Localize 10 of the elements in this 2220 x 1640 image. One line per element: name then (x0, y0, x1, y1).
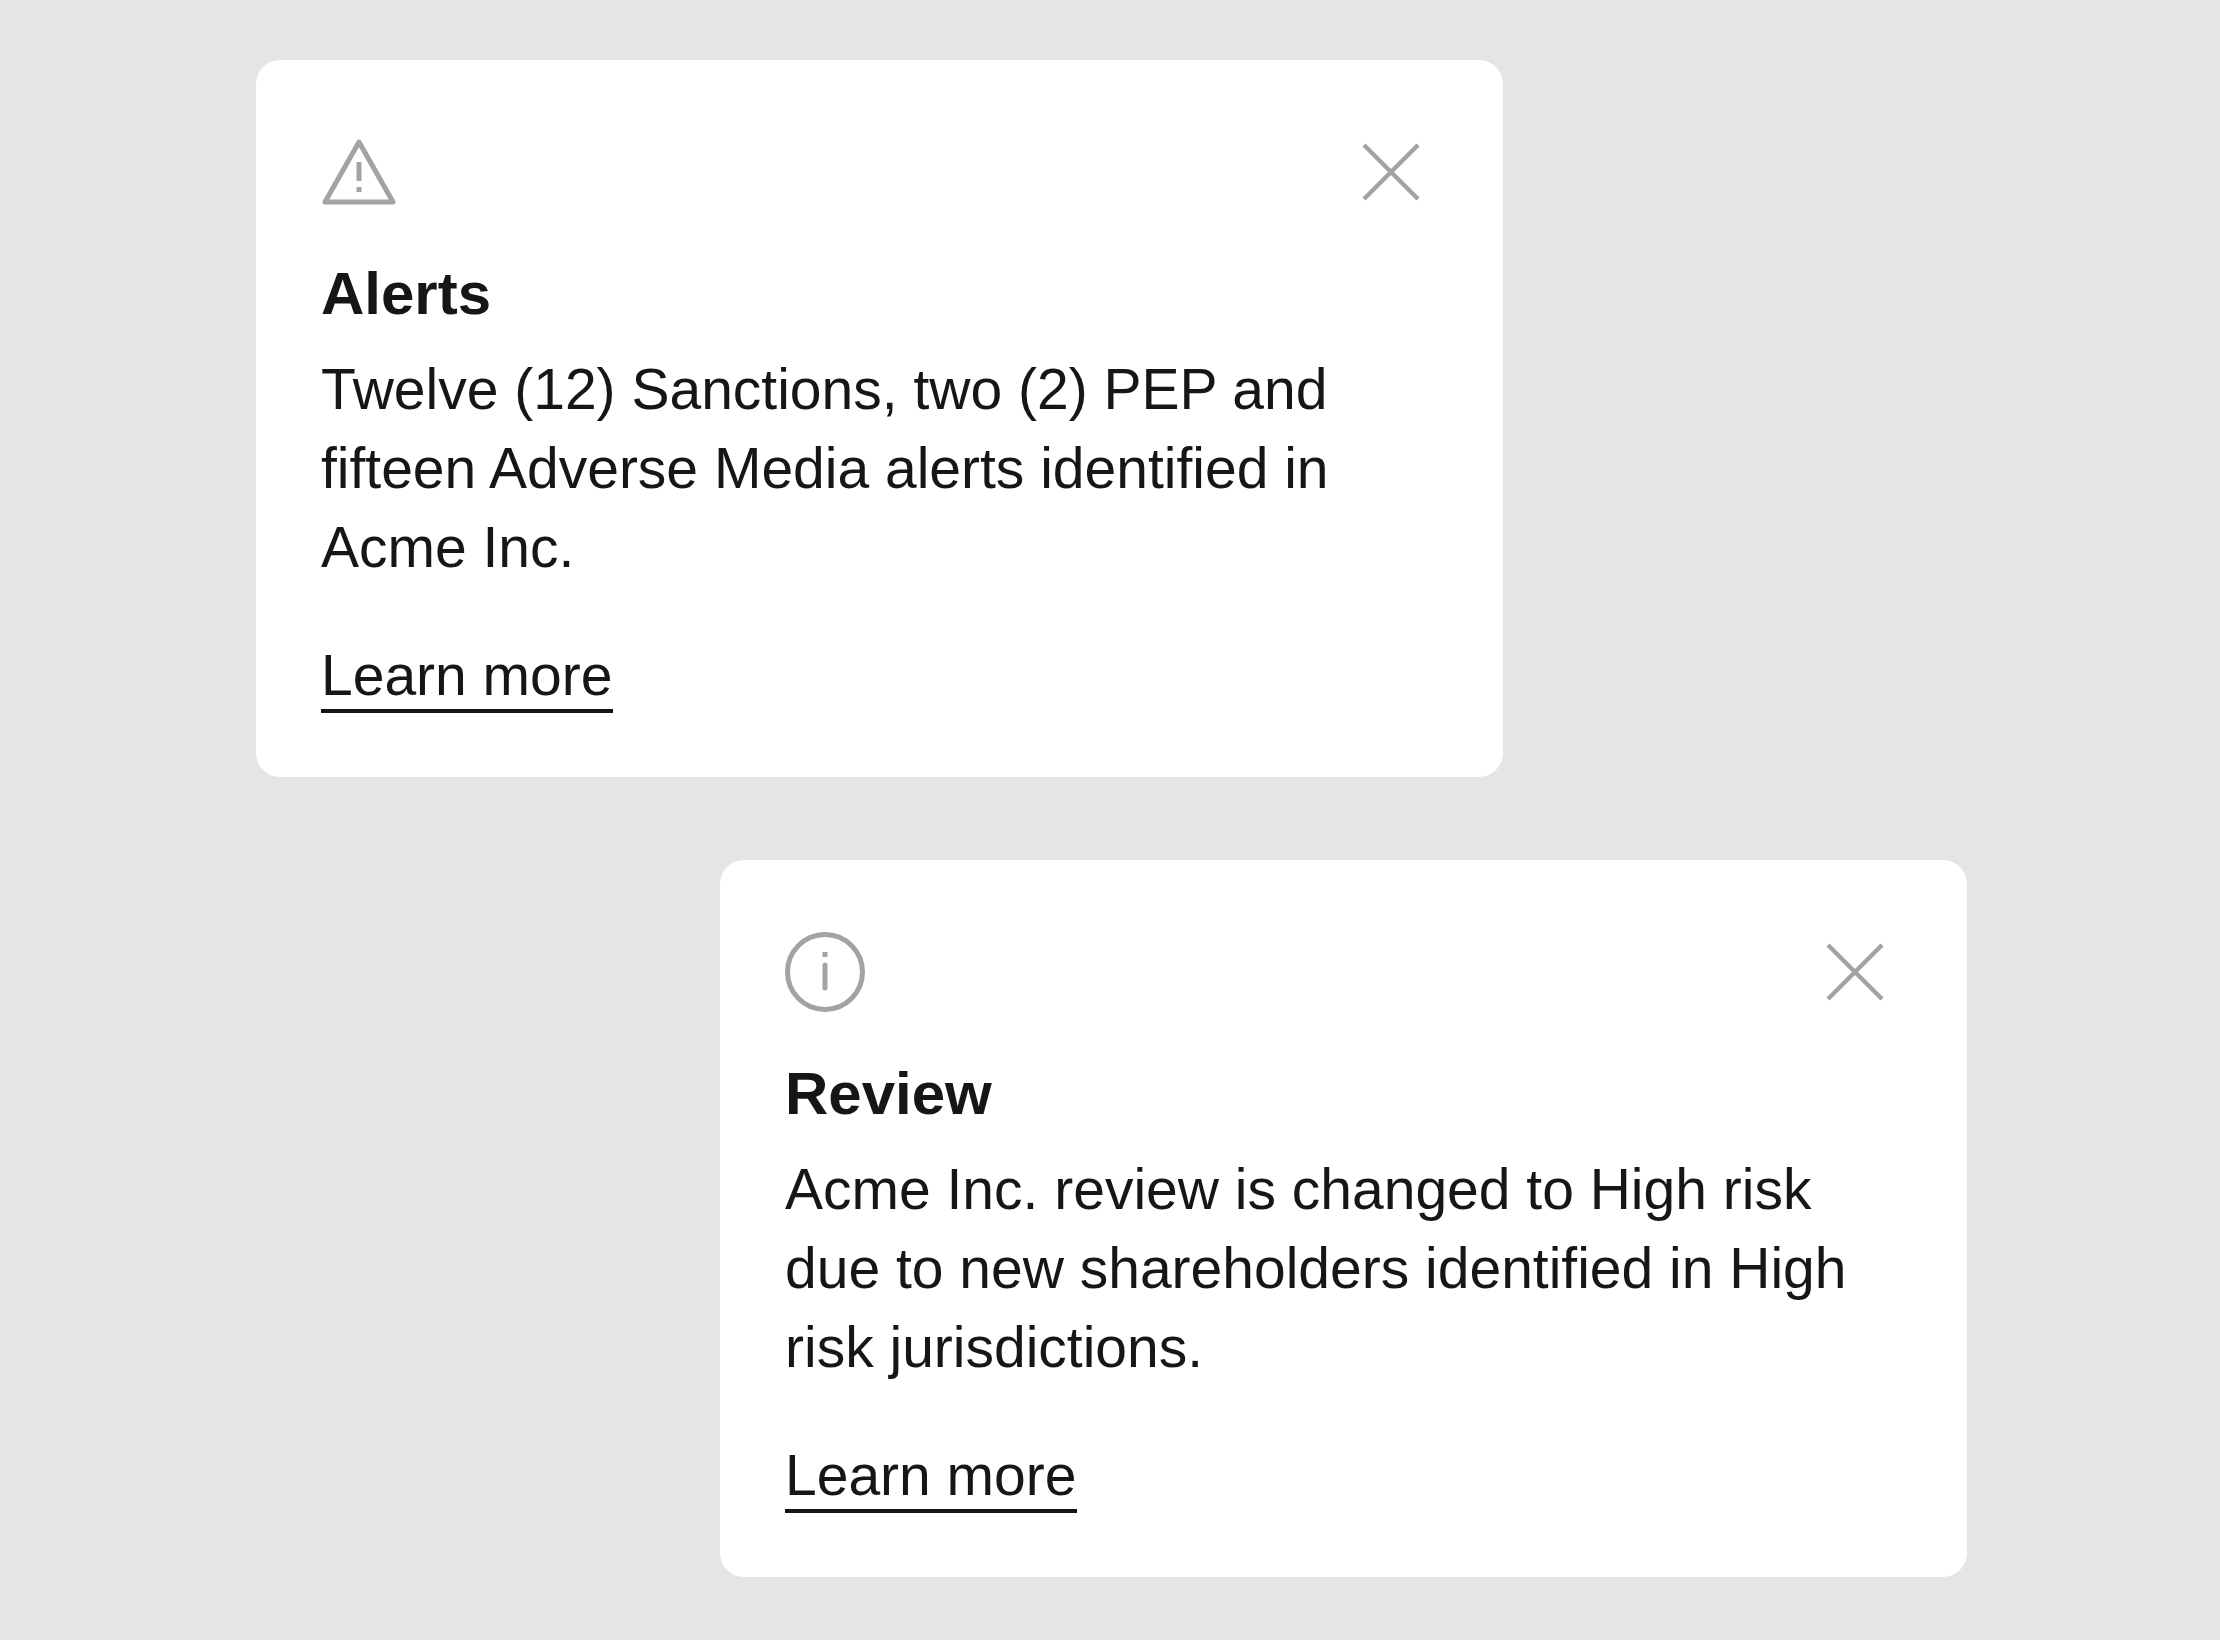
learn-more-link[interactable]: Learn more (321, 641, 613, 713)
close-icon (1362, 143, 1420, 201)
message-text: Twelve (12) Sanctions, two (2) PEP and fifteen Adverse Media alerts identified in Acme Inc. (321, 356, 1330, 581)
close-icon (1826, 943, 1884, 1001)
learn-more-link[interactable]: Learn more (785, 1441, 1077, 1513)
info-icon (785, 932, 865, 1012)
card-title: Review (785, 1059, 993, 1129)
card-title: Alerts (321, 259, 493, 329)
warning-icon (321, 138, 397, 206)
message-text: Acme Inc. review is changed to High risk due to new shareholders identified in High risk jurisdictions. (785, 1156, 1848, 1381)
